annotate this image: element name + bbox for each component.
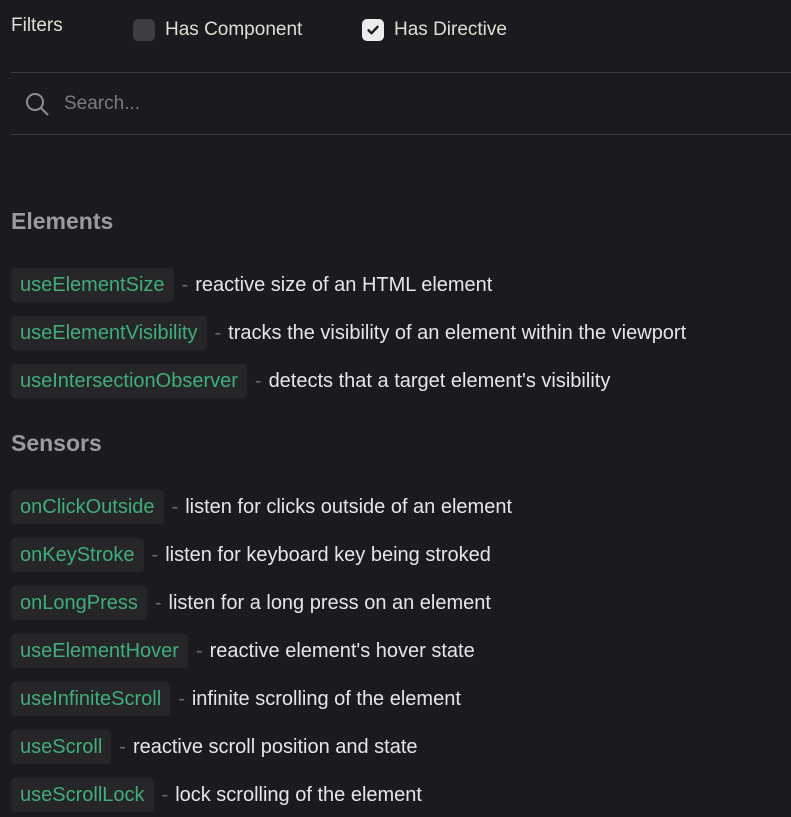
function-description: tracks the visibility of an element with… (228, 321, 687, 344)
function-link[interactable]: useElementHover (11, 634, 188, 668)
function-link[interactable]: useElementSize (11, 268, 174, 302)
list-item: onClickOutside - listen for clicks outsi… (11, 490, 512, 524)
filters-title: Filters (11, 15, 63, 36)
separator: - (119, 735, 126, 758)
function-link[interactable]: useScroll (11, 730, 112, 764)
list-item: onKeyStroke - listen for keyboard key be… (11, 538, 491, 572)
function-link[interactable]: useInfiniteScroll (11, 682, 171, 716)
list-item: useInfiniteScroll - infinite scrolling o… (11, 682, 461, 716)
has-component-label: Has Component (165, 19, 303, 40)
function-link[interactable]: useElementVisibility (11, 316, 207, 350)
has-directive-checkbox-box[interactable] (362, 19, 384, 41)
separator: - (151, 543, 159, 566)
function-link[interactable]: onKeyStroke (11, 538, 144, 572)
list-item: useScroll - reactive scroll position and… (11, 730, 418, 764)
function-description: reactive element's hover state (209, 639, 475, 662)
function-description: listen for clicks outside of an element (185, 495, 513, 518)
separator: - (214, 321, 222, 344)
list-item: useIntersectionObserver - detects that a… (11, 364, 610, 398)
function-link[interactable]: onClickOutside (11, 490, 164, 524)
has-directive-checkbox[interactable]: Has Directive (362, 19, 507, 41)
separator: - (195, 639, 203, 662)
search-icon (24, 91, 50, 117)
check-icon (367, 25, 379, 35)
search-bottom-divider (11, 134, 791, 135)
separator: - (171, 495, 179, 518)
separator: - (161, 783, 169, 806)
function-description: detects that a target element's visibili… (268, 369, 611, 392)
list-item: useScrollLock - lock scrolling of the el… (11, 778, 422, 812)
function-link[interactable]: useIntersectionObserver (11, 364, 247, 398)
function-link[interactable]: useScrollLock (11, 778, 154, 812)
section-title-elements: Elements (11, 208, 114, 234)
function-description: reactive scroll position and state (132, 735, 418, 758)
function-link[interactable]: onLongPress (11, 586, 147, 620)
function-description: reactive size of an HTML element (195, 273, 493, 296)
separator: - (254, 369, 262, 392)
separator: - (154, 591, 162, 614)
has-component-checkbox-box[interactable] (133, 19, 155, 41)
list-item: useElementHover - reactive element's hov… (11, 634, 475, 668)
function-description: listen for keyboard key being stroked (165, 543, 491, 566)
function-description: lock scrolling of the element (175, 783, 422, 806)
search-bar (11, 73, 791, 134)
function-description: listen for a long press on an element (168, 591, 491, 614)
list-item: useElementVisibility - tracks the visibi… (11, 316, 686, 350)
function-description: infinite scrolling of the element (191, 687, 461, 710)
separator: - (181, 273, 189, 296)
section-title-sensors: Sensors (11, 430, 102, 456)
search-input[interactable] (62, 91, 666, 116)
separator: - (178, 687, 185, 710)
list-item: useElementSize - reactive size of an HTM… (11, 268, 492, 302)
has-component-checkbox[interactable]: Has Component (133, 19, 302, 41)
list-item: onLongPress - listen for a long press on… (11, 586, 491, 620)
has-directive-label: Has Directive (394, 19, 507, 40)
